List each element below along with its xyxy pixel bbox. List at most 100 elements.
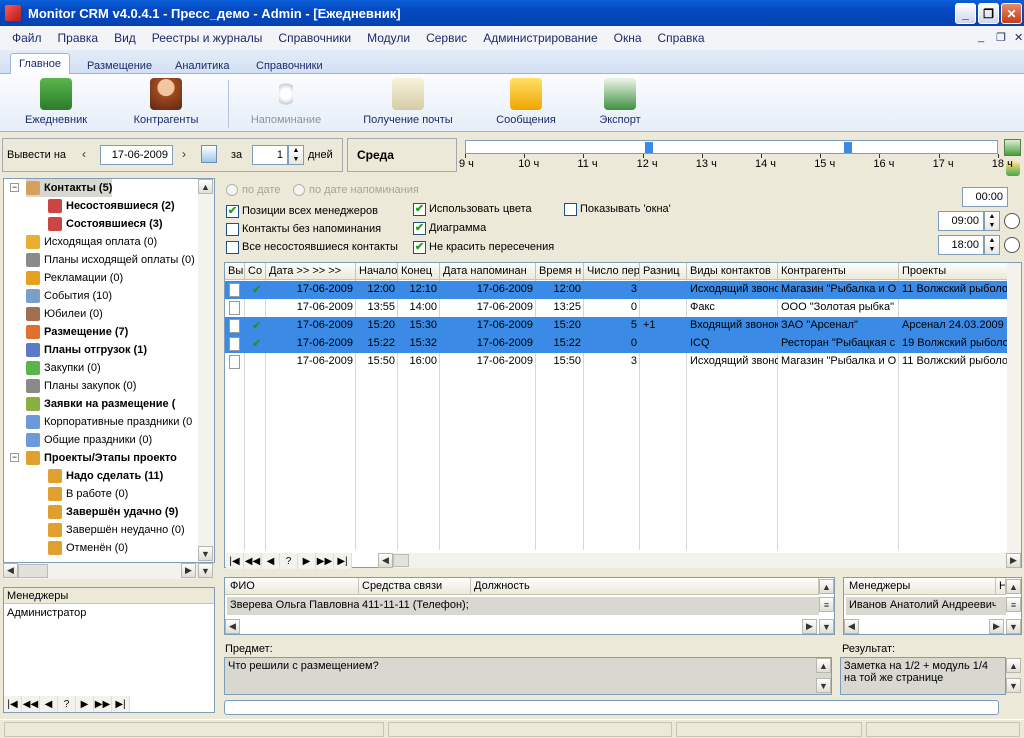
- by-date-radio[interactable]: [226, 184, 238, 196]
- column-header[interactable]: Дата >> >> >>: [266, 263, 356, 280]
- tree-horizontal-scrollbar[interactable]: ◀ ▶: [3, 563, 197, 579]
- column-header[interactable]: Проекты: [899, 263, 1021, 280]
- export-button[interactable]: Экспорт: [590, 78, 650, 126]
- tree-item[interactable]: Юбилеи (0): [26, 305, 103, 323]
- tab-placement[interactable]: Размещение: [79, 56, 160, 75]
- scroll-down-button[interactable]: ≡: [1006, 597, 1021, 612]
- column-header[interactable]: Контрагенты: [778, 263, 899, 280]
- download-arrow-icon[interactable]: [1004, 139, 1021, 156]
- tree-item[interactable]: Размещение (7): [26, 323, 128, 341]
- column-header[interactable]: Конец: [398, 263, 440, 280]
- tree-item[interactable]: Отменён (0): [48, 539, 128, 557]
- clock-icon[interactable]: [1004, 237, 1020, 253]
- menu-service[interactable]: Сервис: [426, 31, 467, 45]
- scroll-left-button[interactable]: ◀: [3, 563, 18, 578]
- scroll-left-button[interactable]: ◀: [844, 619, 859, 634]
- messages-button[interactable]: Сообщения: [490, 78, 562, 126]
- nav-first-button[interactable]: |◀: [4, 696, 22, 712]
- header-n[interactable]: Н: [996, 578, 1006, 595]
- time-spinner-2[interactable]: ▲ ▼: [984, 211, 1000, 231]
- tree-item[interactable]: Корпоративные праздники (0: [26, 413, 192, 431]
- scroll-up-button[interactable]: ▲: [819, 579, 834, 594]
- time-input-1[interactable]: [962, 187, 1008, 207]
- tree-item[interactable]: Проекты/Этапы проекто: [26, 449, 177, 467]
- nav-prev-button[interactable]: ◀: [40, 696, 58, 712]
- nav-prev-button[interactable]: ◀: [262, 553, 280, 569]
- nav-help-button[interactable]: ?: [280, 553, 298, 569]
- close-button[interactable]: ✕: [1001, 3, 1022, 24]
- nav-first-button[interactable]: |◀: [226, 553, 244, 569]
- mdi-restore-button[interactable]: ❐: [996, 31, 1006, 44]
- header-comm[interactable]: Средства связи: [359, 578, 471, 595]
- scroll-left-button[interactable]: ◀: [225, 619, 240, 634]
- timeline-event[interactable]: [844, 142, 852, 153]
- nav-next-button[interactable]: ▶: [298, 553, 316, 569]
- diary-button[interactable]: Ежедневник: [18, 78, 94, 126]
- tree-item[interactable]: Завершён удачно (9): [48, 503, 178, 521]
- column-header[interactable]: Дата напоминан: [440, 263, 536, 280]
- column-header[interactable]: Вы: [225, 263, 245, 280]
- tree-item[interactable]: События (10): [26, 287, 112, 305]
- column-header[interactable]: Со: [245, 263, 266, 280]
- scroll-right-button[interactable]: ▶: [989, 619, 1004, 634]
- tree-collapse-toggle[interactable]: −: [10, 183, 19, 192]
- tree-item[interactable]: Контакты (5): [26, 179, 113, 197]
- nav-next-button[interactable]: ▶: [76, 696, 94, 712]
- app-icon[interactable]: [5, 5, 21, 21]
- nav-next-page-button[interactable]: ▶▶: [316, 553, 334, 569]
- nav-next-page-button[interactable]: ▶▶: [94, 696, 112, 712]
- column-header[interactable]: Время н: [536, 263, 584, 280]
- timeline-event[interactable]: [645, 142, 653, 153]
- nav-prev-page-button[interactable]: ◀◀: [22, 696, 40, 712]
- get-mail-button[interactable]: Получение почты: [358, 78, 458, 126]
- scroll-up-button[interactable]: ▲: [198, 179, 213, 194]
- time-input-2[interactable]: [938, 211, 984, 231]
- prev-day-button[interactable]: ‹: [82, 147, 86, 161]
- tree-collapse-toggle[interactable]: −: [10, 453, 19, 462]
- scroll-down-button[interactable]: ▼: [198, 546, 213, 561]
- menu-modules[interactable]: Модули: [367, 31, 410, 45]
- tree-item[interactable]: Заявки на размещение (: [26, 395, 175, 413]
- tree-item[interactable]: Исходящая оплата (0): [26, 233, 157, 251]
- scroll-down-button[interactable]: ≡: [819, 597, 834, 612]
- tree-item[interactable]: Несостоявшиеся (2): [48, 197, 175, 215]
- collapse-button[interactable]: ▼: [198, 563, 213, 578]
- days-input[interactable]: [252, 145, 288, 165]
- table-row[interactable]: 17-06-2009 15:50 16:00 17-06-2009 15:50 3 Исхо…: [225, 353, 1021, 371]
- table-row[interactable]: ✔ 17-06-2009 12:00 12:10 17-06-2009 12:00 3 Исх…: [225, 281, 1021, 299]
- reminder-button[interactable]: Напоминание: [246, 78, 326, 126]
- header-managers[interactable]: Менеджеры: [846, 578, 996, 595]
- manager-item[interactable]: Администратор: [4, 604, 214, 622]
- tree-item[interactable]: Общие праздники (0): [26, 431, 152, 449]
- nav-help-button[interactable]: ?: [58, 696, 76, 712]
- tab-main[interactable]: Главное: [10, 53, 71, 75]
- tree-item[interactable]: Рекламации (0): [26, 269, 123, 287]
- all-managers-checkbox[interactable]: ✔: [226, 205, 239, 218]
- column-header[interactable]: Разниц: [640, 263, 687, 280]
- scroll-down-button[interactable]: ▼: [816, 678, 831, 693]
- time-input-3[interactable]: [938, 235, 984, 255]
- column-header[interactable]: Начало: [356, 263, 398, 280]
- mdi-minimize-button[interactable]: _: [978, 31, 984, 43]
- column-header[interactable]: Виды контактов: [687, 263, 778, 280]
- clock-icon[interactable]: [1004, 213, 1020, 229]
- nav-prev-page-button[interactable]: ◀◀: [244, 553, 262, 569]
- all-failed-checkbox[interactable]: [226, 241, 239, 254]
- contractors-button[interactable]: Контрагенты: [126, 78, 206, 126]
- grid-vertical-scrollbar[interactable]: [1007, 263, 1021, 553]
- date-input[interactable]: [100, 145, 173, 165]
- timeline-bar[interactable]: [465, 140, 998, 154]
- minimize-button[interactable]: _: [955, 3, 976, 24]
- mdi-close-button[interactable]: ✕: [1014, 31, 1023, 44]
- calendar-icon[interactable]: [201, 145, 217, 163]
- menu-edit[interactable]: Правка: [58, 31, 99, 45]
- result-text[interactable]: Заметка на 1/2 + модуль 1/4 на той же ст…: [840, 657, 1006, 695]
- header-position[interactable]: Должность: [471, 578, 819, 595]
- menu-windows[interactable]: Окна: [614, 31, 642, 45]
- tree-vertical-scrollbar[interactable]: ▲ ▼: [198, 179, 214, 562]
- tree-item[interactable]: Состоявшиеся (3): [48, 215, 163, 233]
- no-paint-checkbox[interactable]: ✔: [413, 241, 426, 254]
- nav-last-button[interactable]: ▶|: [112, 696, 130, 712]
- use-colors-checkbox[interactable]: ✔: [413, 203, 426, 216]
- manager-row[interactable]: Иванов Анатолий Андреевич: [846, 597, 1006, 615]
